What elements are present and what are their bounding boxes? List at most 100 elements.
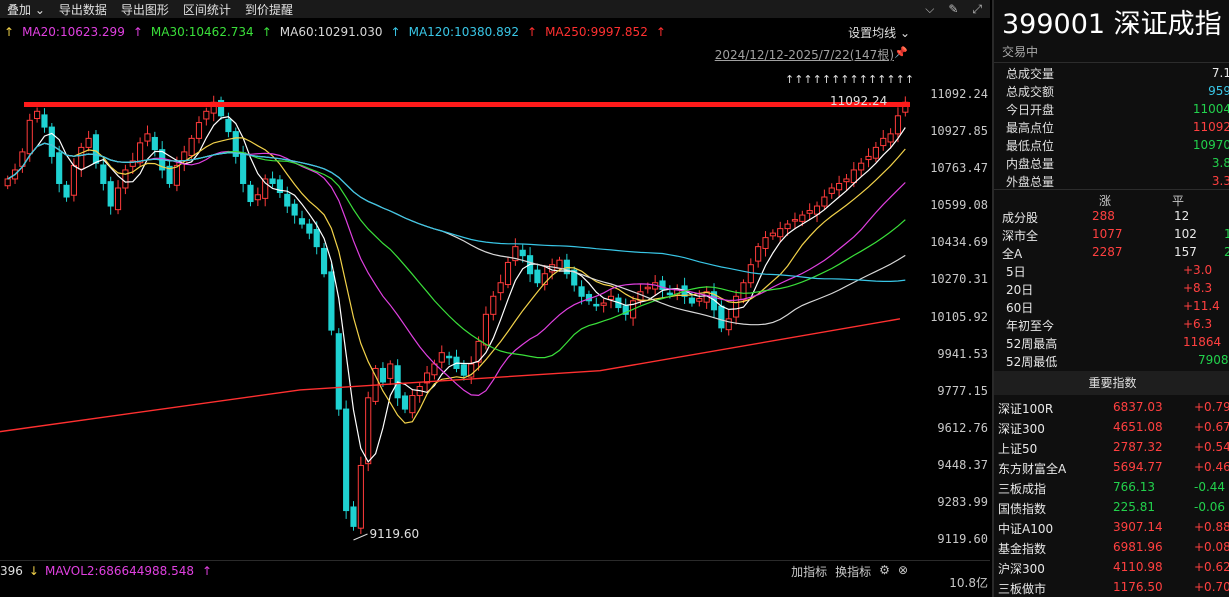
candle-body	[343, 408, 350, 512]
breadth-row: 成分股 288 12	[1002, 208, 1229, 226]
export-data-button[interactable]: 导出数据	[52, 1, 114, 18]
candle-body	[460, 364, 467, 376]
arrow-icon: ↑	[261, 25, 272, 39]
divider	[994, 62, 1229, 63]
candle-body	[747, 264, 754, 284]
pen-icon[interactable]: ✎	[948, 2, 958, 16]
index-name: 深证成指	[1113, 9, 1222, 40]
candlestick-chart[interactable]: 9119.60 11092.24 ↑↑↑↑↑↑↑↑↑↑↑↑↑↑	[0, 60, 990, 560]
chart-toolbar: 叠加 ⌄ 导出数据 导出图形 区间统计 到价提醒 ⌵ ✎ ⤢	[0, 0, 990, 18]
index-row[interactable]: 上证50 2787.32 +0.54	[998, 437, 1229, 457]
candle-body	[137, 142, 144, 164]
quote-panel: 399001 深证成指 交易中 总成交量 7.1 总成交额 959 今日开盘 11004 最…	[992, 0, 1229, 597]
candle-body	[144, 133, 151, 142]
candle-body	[247, 184, 254, 203]
performance-value: +3.0	[1183, 263, 1213, 277]
stat-value: 10970	[1192, 138, 1229, 152]
performance-row: 52周最低 7908	[1006, 352, 1229, 370]
stat-value: 11004	[1192, 102, 1229, 116]
price-tick-label: 10105.92	[930, 309, 988, 324]
index-row[interactable]: 基金指数 6981.96 +0.08	[998, 537, 1229, 557]
candle-body	[151, 136, 158, 151]
candle-body	[556, 259, 563, 269]
candle-body	[828, 187, 835, 194]
candle-body	[688, 297, 696, 304]
candle-body	[784, 223, 791, 230]
performance-value: +8.3	[1183, 281, 1213, 295]
index-name: 东方财富全A	[998, 462, 1067, 476]
index-row[interactable]: 三板成指 766.13 -0.44	[998, 477, 1229, 497]
range-stats-button[interactable]: 区间统计	[176, 1, 238, 18]
candle-body	[328, 271, 335, 331]
price-tick-label: 9612.76	[937, 420, 988, 435]
index-row[interactable]: 深证300 4651.08 +0.67	[998, 417, 1229, 437]
candle-body	[107, 181, 114, 207]
index-price: 6837.03	[1113, 400, 1163, 414]
index-row[interactable]: 东方财富全A 5694.77 +0.46	[998, 457, 1229, 477]
candle-body	[504, 261, 512, 286]
chevron-down-circle-icon[interactable]: ⌵	[925, 2, 934, 17]
candle-body	[872, 146, 879, 159]
candle-body	[357, 464, 364, 529]
candle-body	[26, 119, 33, 155]
expand-icon[interactable]: ⤢	[972, 2, 982, 17]
breadth-label: 成分股	[1002, 211, 1039, 225]
performance-label: 20日	[1006, 283, 1034, 297]
candle-body	[195, 122, 203, 139]
candle-body	[843, 178, 850, 183]
export-chart-button[interactable]: 导出图形	[114, 1, 176, 18]
index-row[interactable]: 深证100R 6837.03 +0.79	[998, 397, 1229, 417]
performance-value: +11.4	[1183, 299, 1220, 313]
arrow-icon: ↑	[655, 25, 666, 39]
performance-value: +6.3	[1183, 317, 1213, 331]
ma250-label: MA250:9997.852	[545, 25, 648, 39]
breadth-label: 全A	[1002, 247, 1023, 261]
overlay-menu[interactable]: 叠加 ⌄	[0, 1, 52, 18]
candle-body	[100, 164, 107, 184]
stat-label: 内盘总量	[1006, 156, 1055, 171]
price-alert-button[interactable]: 到价提醒	[238, 1, 300, 18]
candle-body	[740, 282, 747, 301]
candle-body	[850, 169, 857, 184]
index-row[interactable]: 中证A100 3907.14 +0.88	[998, 517, 1229, 537]
breadth-down: 2	[1224, 245, 1229, 259]
kline-chart-area[interactable]: 叠加 ⌄ 导出数据 导出图形 区间统计 到价提醒 ⌵ ✎ ⤢ ↑ MA20:10…	[0, 0, 990, 597]
low-pointer	[353, 533, 368, 541]
add-indicator-button[interactable]: 加指标	[791, 563, 827, 580]
ma120-line	[7, 142, 906, 282]
index-row[interactable]: 三板做市 1176.50 +0.70	[998, 577, 1229, 597]
candle-body	[865, 155, 872, 161]
breadth-label: 深市全	[1002, 229, 1039, 243]
price-tick-label: 10434.69	[930, 235, 988, 250]
set-ma-button[interactable]: 设置均线 ⌄	[848, 24, 910, 41]
price-tick-label: 9448.37	[937, 457, 988, 472]
candle-body	[284, 193, 291, 207]
price-tick-label: 10927.85	[930, 124, 988, 139]
candle-body	[56, 152, 63, 184]
index-name: 沪深300	[998, 562, 1045, 576]
candle-body	[254, 194, 261, 201]
close-icon[interactable]: ⊗	[898, 563, 908, 580]
index-name: 深证300	[998, 422, 1045, 436]
gear-icon[interactable]: ⚙	[879, 563, 890, 580]
index-row[interactable]: 沪深300 4110.98 +0.62	[998, 557, 1229, 577]
candle-body	[269, 178, 276, 184]
performance-row: 20日 +8.3	[1006, 280, 1229, 298]
index-change: +0.54	[1194, 440, 1229, 454]
index-row[interactable]: 国债指数 225.81 -0.06	[998, 497, 1229, 517]
pin-icon[interactable]: 📌	[894, 46, 908, 59]
candle-body	[762, 237, 769, 249]
switch-indicator-button[interactable]: 换指标	[835, 563, 871, 580]
index-name: 国债指数	[998, 502, 1047, 516]
performance-row: 60日 +11.4	[1006, 298, 1229, 316]
stat-value: 7.1	[1211, 66, 1229, 80]
ma-legend: ↑ MA20:10623.299 ↑ MA30:10462.734 ↑ MA60…	[4, 24, 666, 40]
performance-row: 年初至今 +6.3	[1006, 316, 1229, 334]
stat-label: 总成交额	[1006, 84, 1055, 99]
candle-body	[34, 110, 41, 120]
candle-body	[894, 115, 902, 135]
trading-status: 交易中	[1002, 45, 1039, 59]
price-tick-label: 10599.08	[930, 198, 988, 213]
price-tick-label: 9777.15	[937, 383, 988, 398]
stat-label: 外盘总量	[1006, 174, 1055, 189]
